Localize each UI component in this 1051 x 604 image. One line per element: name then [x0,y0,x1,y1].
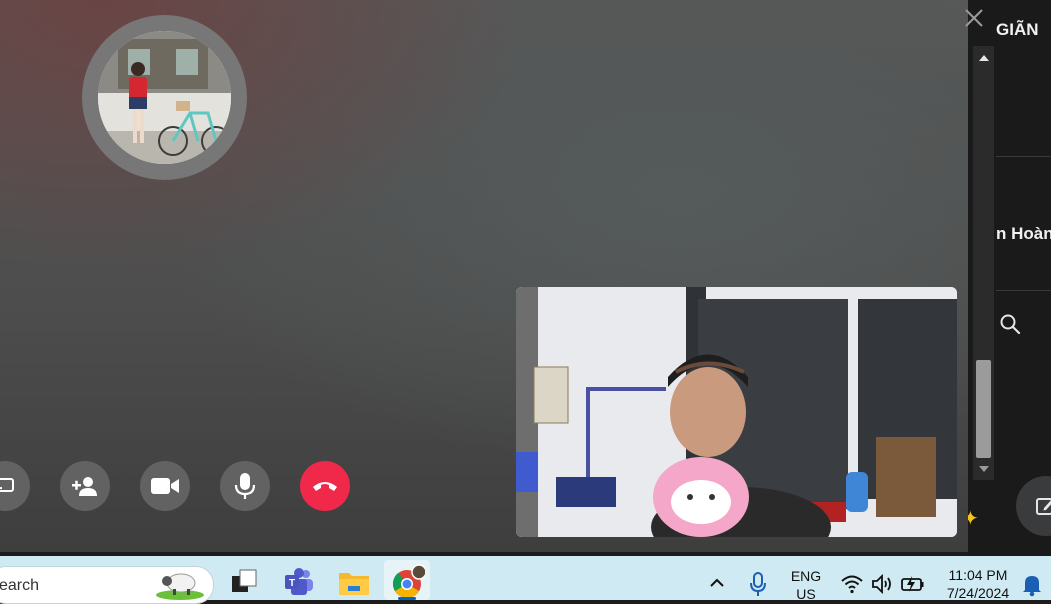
remote-avatar-ring [82,15,247,180]
notification-bell-icon[interactable] [1021,573,1043,597]
video-toggle-button[interactable] [140,461,190,511]
volume-icon[interactable] [870,572,894,596]
background-heading: GIÃN [996,20,1039,39]
video-call-window [0,0,968,552]
show-hidden-icons-chevron-icon[interactable] [704,570,730,596]
language-line1: ENG [790,568,822,584]
teams-icon[interactable]: T [281,564,317,600]
scroll-up-arrow-icon[interactable] [979,55,989,61]
wifi-icon[interactable] [840,572,864,596]
microphone-toggle-button[interactable] [220,461,270,511]
svg-text:T: T [289,578,295,589]
close-icon[interactable] [962,6,986,30]
chrome-icon[interactable] [389,564,425,600]
divider [996,156,1051,157]
microphone-icon [234,473,256,499]
add-person-icon [72,477,97,496]
share-screen-button[interactable] [0,461,30,511]
file-explorer-icon[interactable] [336,564,372,600]
language-indicator[interactable]: ENG US [786,567,826,603]
contact-name[interactable]: n Hoàn [996,224,1051,244]
phone-hangup-icon [313,482,337,491]
clock-time: 11:04 PM [948,567,1008,583]
self-video-preview[interactable] [516,287,957,537]
taskbar-search-box[interactable]: earch [0,566,214,604]
screen-share-icon [0,478,14,492]
scrollbar-thumb[interactable] [976,360,991,458]
compose-button[interactable] [1016,476,1051,536]
remote-avatar [98,31,231,164]
battery-charging-icon[interactable] [900,572,926,596]
sheep-search-highlight-icon [156,573,204,600]
video-camera-icon [151,478,179,494]
clock[interactable]: 11:04 PM 7/24/2024 [938,566,1018,602]
task-view-icon[interactable] [226,564,262,600]
clock-date: 7/24/2024 [946,585,1010,601]
scrollbar[interactable] [973,46,994,480]
search-icon[interactable] [998,312,1022,336]
end-call-button[interactable] [300,461,350,511]
language-line2: US [796,586,816,602]
scroll-down-arrow-icon[interactable] [979,466,989,472]
microphone-in-use-icon[interactable] [746,570,770,598]
divider [996,290,1051,291]
search-placeholder: earch [0,577,40,594]
add-person-button[interactable] [60,461,110,511]
compose-icon [1036,498,1051,515]
